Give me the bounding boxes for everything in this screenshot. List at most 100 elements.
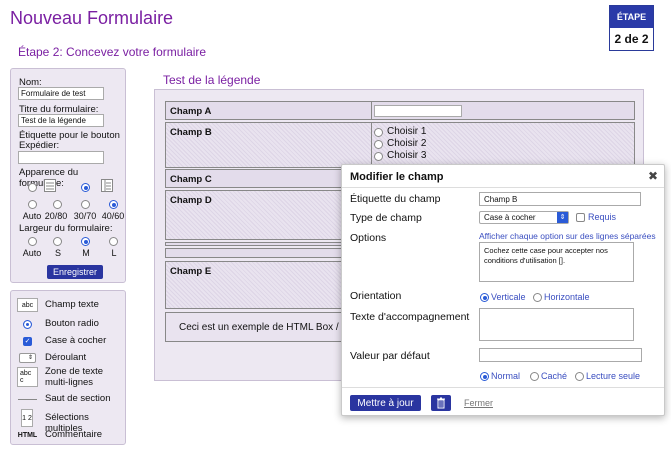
visibility-readonly-radio[interactable] (575, 372, 584, 381)
help-text-label: Texte d'accompagnement (350, 311, 470, 323)
field-type-label: Type de champ (350, 212, 422, 224)
appearance-auto-radio[interactable] (28, 200, 37, 209)
width-l-radio[interactable] (109, 237, 118, 246)
tool-text-field[interactable]: abc Champ texte (11, 296, 127, 316)
field-name: Champ E (170, 266, 212, 277)
close-icon[interactable]: ✖ (648, 169, 658, 183)
width-m-radio[interactable] (81, 237, 90, 246)
tool-label: Zone de texte multi-lignes (45, 366, 104, 388)
layout-icon (101, 179, 113, 192)
width-label: Largeur du formulaire: (19, 223, 113, 234)
dialog-title: Modifier le champ (350, 171, 444, 183)
appearance-3070-radio[interactable] (81, 200, 90, 209)
dialog-header: Modifier le champ ✖ (342, 165, 664, 188)
choice-label: Choisir 2 (387, 138, 427, 149)
tool-label: Bouton radio (45, 318, 99, 329)
orientation-horizontal-radio[interactable] (533, 293, 542, 302)
field-label-label: Étiquette du champ (350, 193, 441, 205)
appearance-4060-radio[interactable] (109, 200, 118, 209)
appearance-option-label: 20/80 (44, 211, 68, 221)
name-input[interactable] (18, 87, 104, 100)
tool-label: Déroulant (45, 352, 87, 363)
appearance-auto-radio[interactable] (28, 183, 37, 192)
appearance-option-label: 30/70 (73, 211, 97, 221)
textarea-icon: abc c (17, 367, 38, 387)
choice-label: Choisir 3 (387, 150, 427, 161)
field-label-input[interactable] (479, 192, 641, 206)
visibility-readonly-label: Lecture seule (586, 371, 641, 381)
select-icon: ⇕ (17, 351, 38, 365)
tool-textarea[interactable]: abc c Zone de texte multi-lignes (11, 365, 127, 389)
appearance-3070-radio[interactable] (81, 183, 90, 192)
field-name: Champ B (170, 127, 212, 138)
width-option-label: L (111, 248, 117, 258)
field-row-a[interactable]: Champ A (165, 101, 635, 120)
tool-label: Case à cocher (45, 335, 107, 346)
choice-radio[interactable] (374, 140, 383, 149)
options-label: Options (350, 232, 387, 244)
close-link[interactable]: Fermer (464, 398, 493, 408)
appearance-option-label: 40/60 (101, 211, 125, 221)
step-label: ÉTAPE (610, 6, 653, 28)
required-checkbox[interactable] (576, 213, 585, 222)
required-label: Requis (588, 212, 617, 222)
orientation-horizontal-label: Horizontale (544, 292, 590, 302)
options-textarea[interactable]: Cochez cette case pour accepter nos cond… (479, 242, 634, 282)
page-subtitle: Étape 2: Concevez votre formulaire (18, 45, 207, 59)
default-value-input[interactable] (479, 348, 642, 362)
text-field-icon: abc (17, 298, 38, 312)
trash-icon (437, 397, 445, 409)
visibility-normal-radio[interactable] (480, 372, 489, 381)
html-icon: HTML (17, 431, 38, 439)
dialog-footer-divider (342, 387, 664, 388)
field-divider (371, 102, 372, 119)
field-name: Champ C (170, 174, 212, 185)
width-option-label: Auto (22, 248, 42, 258)
field-type-value: Case à cocher (484, 213, 536, 222)
field-toolbox: abc Champ texte Bouton radio ✓ Case à co… (10, 290, 126, 445)
step-badge: ÉTAPE 2 de 2 (609, 5, 654, 51)
multi-select-icon: 1 2 (21, 409, 33, 427)
radio-icon (17, 317, 38, 331)
visibility-hidden-radio[interactable] (530, 372, 539, 381)
html-box-text: Ceci est un exemple de HTML Box / C (179, 322, 349, 333)
orientation-vertical-label: Verticale (491, 292, 526, 302)
submit-label-input[interactable] (18, 151, 104, 164)
choice-label: Choisir 1 (387, 126, 427, 137)
save-button[interactable]: Enregistrer (47, 265, 103, 279)
select-arrow-icon: ⇕ (557, 212, 568, 223)
tool-label: Commentaire (45, 429, 103, 440)
field-name: Champ D (170, 195, 212, 206)
orientation-label: Orientation (350, 290, 402, 302)
width-option-label: M (82, 248, 90, 258)
update-button[interactable]: Mettre à jour (350, 395, 421, 411)
submit-label-line2: Expédier: (19, 140, 60, 151)
default-value-label: Valeur par défaut (350, 350, 430, 362)
field-a-input[interactable] (374, 105, 462, 117)
help-text-textarea[interactable] (479, 308, 634, 341)
width-option-label: S (54, 248, 61, 258)
layout-icon (44, 179, 56, 192)
orientation-vertical-radio[interactable] (480, 293, 489, 302)
appearance-option-label: Auto (22, 211, 42, 221)
form-title-input[interactable] (18, 114, 104, 127)
form-settings-panel: Nom: Titre du formulaire: Étiquette pour… (10, 68, 126, 283)
visibility-normal-label: Normal (491, 371, 521, 381)
choice-radio[interactable] (374, 128, 383, 137)
options-layout-link[interactable]: Afficher chaque option sur des lignes sé… (479, 231, 656, 241)
width-auto-radio[interactable] (28, 237, 37, 246)
delete-button[interactable] (431, 395, 451, 411)
choice-radio[interactable] (374, 152, 383, 161)
width-s-radio[interactable] (53, 237, 62, 246)
page-title: Nouveau Formulaire (10, 8, 174, 28)
field-divider (371, 123, 372, 167)
edit-field-dialog: Modifier le champ ✖ Étiquette du champ T… (341, 164, 665, 416)
tool-label: Champ texte (45, 299, 99, 310)
visibility-hidden-label: Caché (541, 371, 568, 381)
tool-comment[interactable]: HTML Commentaire (11, 426, 127, 446)
appearance-2080-radio[interactable] (53, 200, 62, 209)
field-name: Champ A (170, 106, 212, 117)
tool-label: Saut de section (45, 393, 111, 404)
field-row-b[interactable]: Champ B Choisir 1 Choisir 2 Choisir 3 (165, 122, 635, 168)
field-type-select[interactable]: Case à cocher ⇕ (479, 211, 569, 224)
